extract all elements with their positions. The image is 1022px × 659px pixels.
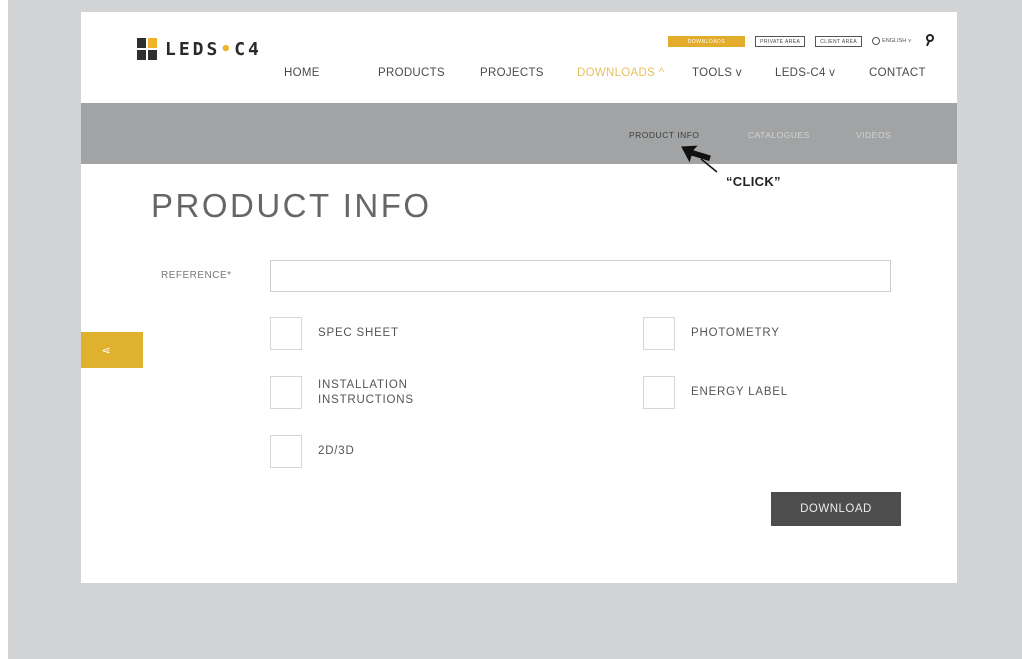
reference-label: REFERENCE* bbox=[161, 270, 232, 281]
logo-mark-icon bbox=[137, 38, 157, 60]
nav-item-projects[interactable]: PROJECTS bbox=[480, 67, 544, 79]
nav-item-tools[interactable]: TOOLS v bbox=[692, 67, 742, 79]
energy-label-checkbox[interactable] bbox=[643, 376, 675, 409]
download-button[interactable]: DOWNLOAD bbox=[771, 492, 901, 526]
nav-item-leds-c4[interactable]: LEDS-C4 v bbox=[775, 67, 835, 79]
option-2d-3d[interactable]: 2D/3D bbox=[270, 435, 355, 468]
main-navigation: HOME PRODUCTS PROJECTS DOWNLOADS ^ TOOLS… bbox=[81, 67, 957, 87]
option-spec-sheet[interactable]: SPEC SHEET bbox=[270, 317, 399, 350]
option-installation-instructions[interactable]: INSTALLATION INSTRUCTIONS bbox=[270, 376, 414, 409]
option-energy-label[interactable]: ENERGY LABEL bbox=[643, 376, 788, 409]
nav-item-products[interactable]: PRODUCTS bbox=[378, 67, 445, 79]
share-button[interactable]: ⋖ bbox=[81, 332, 143, 368]
option-label: SPEC SHEET bbox=[318, 327, 399, 339]
subnav-item-catalogues[interactable]: CATALOGUES bbox=[748, 130, 810, 140]
globe-icon bbox=[872, 37, 881, 45]
installation-instructions-checkbox[interactable] bbox=[270, 376, 302, 409]
reference-input[interactable] bbox=[270, 260, 891, 292]
downloads-subnav: PRODUCT INFO CATALOGUES VIDEOS bbox=[81, 103, 957, 164]
option-photometry[interactable]: PHOTOMETRY bbox=[643, 317, 780, 350]
2d-3d-checkbox[interactable] bbox=[270, 435, 302, 468]
option-label: 2D/3D bbox=[318, 445, 355, 457]
option-label: PHOTOMETRY bbox=[691, 327, 780, 339]
click-annotation: “CLICK” bbox=[726, 174, 781, 189]
option-label: ENERGY LABEL bbox=[691, 386, 788, 398]
share-icon: ⋖ bbox=[101, 344, 111, 357]
cursor-arrow-icon bbox=[681, 145, 718, 173]
brand-name: LEDS•C4 bbox=[165, 38, 262, 60]
page-title: PRODUCT INFO bbox=[151, 187, 432, 224]
nav-item-home[interactable]: HOME bbox=[284, 67, 320, 79]
subnav-item-product-info[interactable]: PRODUCT INFO bbox=[629, 130, 700, 140]
brand-logo[interactable]: LEDS•C4 bbox=[137, 38, 262, 60]
nav-item-downloads[interactable]: DOWNLOADS ^ bbox=[577, 67, 664, 79]
subnav-item-videos[interactable]: VIDEOS bbox=[856, 130, 891, 140]
utility-bar: DOWNLOADS PRIVATE AREA CLIENT AREA ENGLI… bbox=[667, 34, 935, 48]
private-area-button[interactable]: PRIVATE AREA bbox=[755, 35, 806, 47]
downloads-highlight-button[interactable]: DOWNLOADS bbox=[667, 35, 746, 47]
page-edge bbox=[0, 0, 8, 659]
option-label: INSTALLATION INSTRUCTIONS bbox=[318, 378, 414, 406]
chevron-down-icon: v bbox=[908, 38, 911, 44]
browser-page: LEDS•C4 DOWNLOADS PRIVATE AREA CLIENT AR… bbox=[81, 12, 957, 583]
spec-sheet-checkbox[interactable] bbox=[270, 317, 302, 350]
language-label: ENGLISH bbox=[882, 38, 907, 44]
nav-item-contact[interactable]: CONTACT bbox=[869, 67, 926, 79]
language-selector[interactable]: ENGLISH v bbox=[872, 37, 911, 45]
search-icon[interactable] bbox=[925, 34, 935, 48]
client-area-button[interactable]: CLIENT AREA bbox=[815, 35, 863, 47]
photometry-checkbox[interactable] bbox=[643, 317, 675, 350]
